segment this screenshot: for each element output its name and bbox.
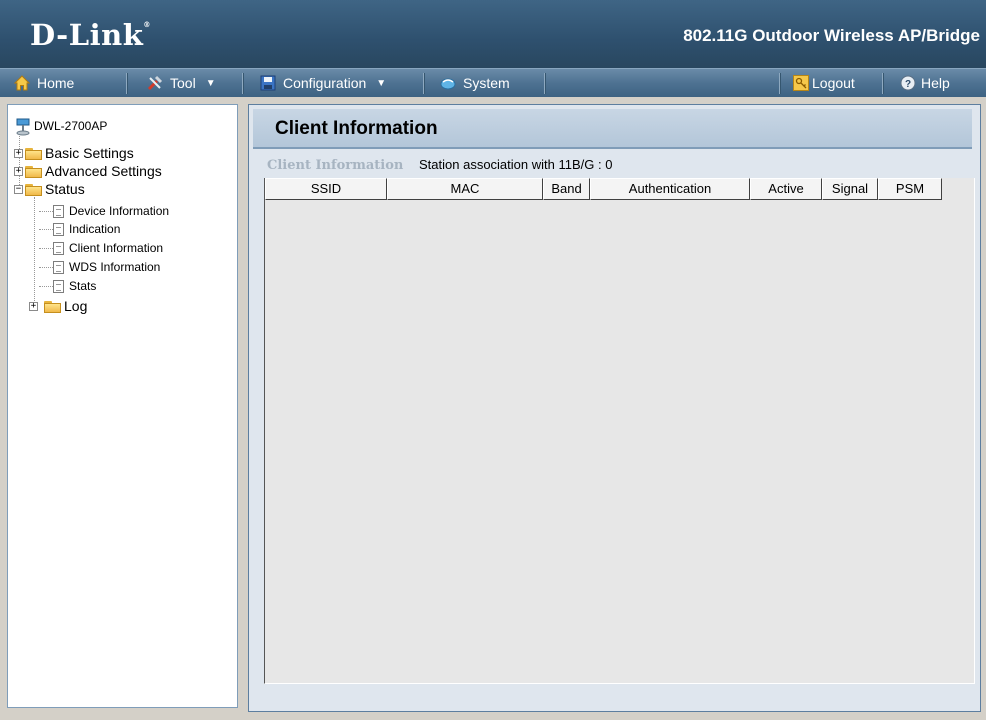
home-icon <box>14 75 30 91</box>
tree-item-label: Stats <box>69 279 97 293</box>
tree-root-device[interactable]: DWL-2700AP <box>14 116 108 136</box>
column-header-ssid[interactable]: SSID <box>265 178 387 200</box>
panel-header: Client Information <box>253 109 972 149</box>
tree-advanced-settings-label: Advanced Settings <box>45 163 162 179</box>
main-panel: Client Information Client Information St… <box>248 104 981 712</box>
chevron-down-icon: ▼ <box>205 77 216 89</box>
tree-wds-information[interactable]: WDS Information <box>53 258 160 276</box>
menu-bar: Home Tool ▼ Configuration ▼ System Logou… <box>0 68 986 97</box>
menu-tool-label: Tool <box>170 75 196 91</box>
system-globe-icon <box>440 75 456 91</box>
menu-home[interactable]: Home <box>14 69 74 97</box>
tree-item-label: Client Information <box>69 241 164 255</box>
column-header-band[interactable]: Band <box>543 178 590 200</box>
column-header-active[interactable]: Active <box>750 178 822 200</box>
page-title: Client Information <box>275 118 438 139</box>
access-point-icon <box>14 116 32 136</box>
menu-tool[interactable]: Tool ▼ <box>147 69 216 97</box>
tree-device-information[interactable]: Device Information <box>53 202 169 220</box>
folder-icon <box>44 300 61 313</box>
tree-basic-settings[interactable]: + Basic Settings <box>14 144 134 162</box>
menu-system-label: System <box>463 75 510 91</box>
menu-home-label: Home <box>37 75 75 91</box>
menu-logout-label: Logout <box>812 75 855 91</box>
tree-indication[interactable]: Indication <box>53 220 120 238</box>
menu-system[interactable]: System <box>440 69 510 97</box>
tree-status-label: Status <box>45 181 85 197</box>
tree-log[interactable]: + Log <box>29 297 87 315</box>
menu-configuration-label: Configuration <box>283 75 367 91</box>
menu-logout[interactable]: Logout <box>793 69 855 97</box>
association-summary: Client Information Station association w… <box>267 157 612 173</box>
tree-item-label: WDS Information <box>69 260 161 274</box>
tree-basic-settings-label: Basic Settings <box>45 145 134 161</box>
menu-help-label: Help <box>921 75 950 91</box>
open-folder-icon <box>25 183 42 196</box>
page-icon <box>53 204 64 218</box>
svg-text:?: ? <box>905 79 911 90</box>
page-icon <box>53 241 64 255</box>
column-header-signal[interactable]: Signal <box>822 178 878 200</box>
header-banner: D-Link® 802.11G Outdoor Wireless AP/Brid… <box>0 0 986 68</box>
menu-help[interactable]: ? Help <box>900 69 950 97</box>
help-icon: ? <box>900 75 916 91</box>
expand-icon[interactable]: + <box>14 166 23 176</box>
tree-item-label: Indication <box>69 222 121 236</box>
expand-icon[interactable]: + <box>14 148 23 158</box>
key-icon <box>793 75 809 91</box>
tool-icon <box>147 75 163 91</box>
page-icon <box>53 279 64 293</box>
association-count: Station association with 11B/G : 0 <box>419 157 613 172</box>
section-label: Client Information <box>267 158 404 173</box>
page-icon <box>53 260 64 274</box>
save-disk-icon <box>260 75 276 91</box>
navigation-tree: DWL-2700AP + Basic Settings + Advanced S… <box>7 104 238 708</box>
product-title: 802.11G Outdoor Wireless AP/Bridge <box>683 26 980 45</box>
tree-root-label: DWL-2700AP <box>34 119 108 133</box>
tree-stats[interactable]: Stats <box>53 277 96 295</box>
tree-client-information[interactable]: Client Information <box>53 239 163 257</box>
tree-status[interactable]: − Status <box>14 180 85 198</box>
folder-icon <box>25 165 42 178</box>
tree-advanced-settings[interactable]: + Advanced Settings <box>14 162 162 180</box>
client-table: SSID MAC Band Authentication Active Sign… <box>264 178 975 684</box>
expand-icon[interactable]: + <box>29 301 38 311</box>
folder-icon <box>25 147 42 160</box>
column-header-psm[interactable]: PSM <box>878 178 942 200</box>
column-header-mac[interactable]: MAC <box>387 178 543 200</box>
menu-configuration[interactable]: Configuration ▼ <box>260 69 386 97</box>
column-header-authentication[interactable]: Authentication <box>590 178 750 200</box>
page-icon <box>53 222 64 236</box>
tree-item-label: Device Information <box>69 204 170 218</box>
tree-log-label: Log <box>64 298 88 314</box>
collapse-icon[interactable]: − <box>14 184 23 194</box>
brand-logo: D-Link® <box>30 18 151 52</box>
chevron-down-icon: ▼ <box>376 77 387 89</box>
